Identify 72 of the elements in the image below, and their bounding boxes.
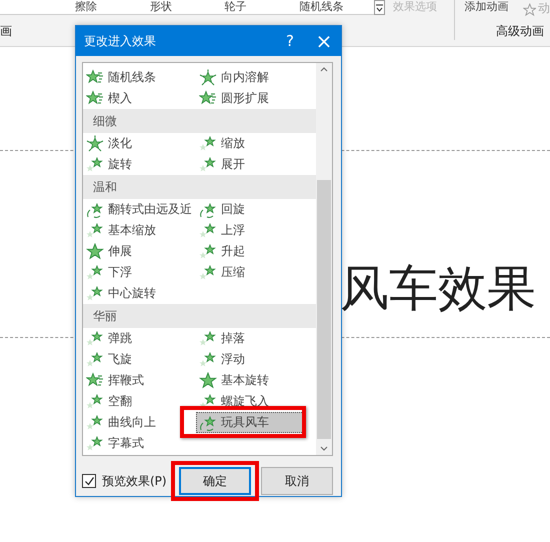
checkbox-label[interactable]: 预览效果(P) <box>102 472 167 490</box>
group-label: 高级动画 <box>496 22 544 40</box>
effect-item[interactable]: 飞旋 <box>83 349 137 370</box>
effect-item[interactable]: 伸展 <box>83 241 137 262</box>
star-icon <box>199 156 217 174</box>
close-button[interactable]: × <box>307 26 341 56</box>
effect-item[interactable]: 圆形扩展 <box>196 88 274 109</box>
star-icon <box>199 242 217 260</box>
star-icon <box>86 392 104 410</box>
star-icon <box>86 434 104 452</box>
effect-item[interactable]: 展开 <box>196 154 250 175</box>
star-icon <box>86 330 104 348</box>
effect-item[interactable]: 压缩 <box>196 262 250 283</box>
star-icon <box>86 284 104 302</box>
effect-item[interactable]: 浮动 <box>196 349 250 370</box>
star-icon <box>86 414 104 432</box>
effect-item[interactable]: 随机线条 <box>83 67 161 88</box>
star-icon <box>199 200 217 218</box>
gallery-more-button[interactable] <box>374 0 385 15</box>
effect-item[interactable]: 曲线向上 <box>83 412 161 433</box>
section-heading: 温和 <box>83 175 316 199</box>
effect-item[interactable]: 掉落 <box>196 328 250 349</box>
effect-item[interactable]: 旋转 <box>83 154 137 175</box>
star-icon <box>86 200 104 218</box>
effect-item[interactable]: 空翻 <box>83 391 137 412</box>
dialog-title: 更改进入效果 <box>84 32 157 50</box>
effect-item[interactable]: 楔入 <box>83 88 137 109</box>
star-icon <box>199 414 217 432</box>
effect-item[interactable]: 基本缩放 <box>83 220 161 241</box>
effect-item[interactable]: 向内溶解 <box>196 67 274 88</box>
star-icon <box>86 350 104 368</box>
section-heading: 细微 <box>83 109 316 133</box>
effect-item[interactable]: 螺旋飞入 <box>196 391 274 412</box>
effect-item[interactable]: 淡化 <box>83 133 137 154</box>
add-animation-button[interactable]: 添加动画 <box>464 0 508 13</box>
ok-button[interactable]: 确定 <box>179 467 251 495</box>
star-icon[interactable] <box>522 2 536 18</box>
section-heading: 华丽 <box>83 304 316 328</box>
effect-item[interactable]: 字幕式 <box>83 433 149 454</box>
star-icon <box>86 264 104 282</box>
effect-item[interactable]: 回旋 <box>196 199 250 220</box>
star-icon <box>199 134 217 152</box>
star-icon <box>199 264 217 282</box>
scroll-thumb[interactable] <box>317 180 331 439</box>
group-label: 画 <box>0 22 12 40</box>
effect-item[interactable]: 挥鞭式 <box>83 370 149 391</box>
gallery-item[interactable]: 轮子 <box>224 0 300 14</box>
gallery-item[interactable]: 随机线条 <box>299 0 374 14</box>
effect-item[interactable]: 弹跳 <box>83 328 137 349</box>
star-icon <box>199 68 217 86</box>
gallery-item[interactable]: 擦除 <box>75 0 150 14</box>
checkbox[interactable] <box>82 474 96 488</box>
effect-item[interactable]: 上浮 <box>196 220 250 241</box>
effect-item[interactable]: 缩放 <box>196 133 250 154</box>
effect-item[interactable]: 升起 <box>196 241 250 262</box>
star-icon <box>199 350 217 368</box>
effect-item[interactable]: 基本旋转 <box>196 370 274 391</box>
star-icon <box>199 372 217 390</box>
slide-title: 风车效果 <box>340 259 537 319</box>
cancel-button[interactable]: 取消 <box>261 467 333 495</box>
star-icon <box>86 242 104 260</box>
help-button[interactable]: ? <box>273 26 307 56</box>
gallery-item[interactable]: 形状 <box>150 0 224 14</box>
effect-item[interactable]: 下浮 <box>83 262 137 283</box>
effect-item[interactable]: 中心旋转 <box>83 283 161 304</box>
star-icon <box>86 156 104 174</box>
star-icon <box>199 330 217 348</box>
star-icon <box>86 222 104 240</box>
scrollbar[interactable] <box>316 63 332 455</box>
effect-item[interactable]: 翻转式由远及近 <box>83 199 197 220</box>
star-icon <box>199 222 217 240</box>
star-icon <box>86 134 104 152</box>
